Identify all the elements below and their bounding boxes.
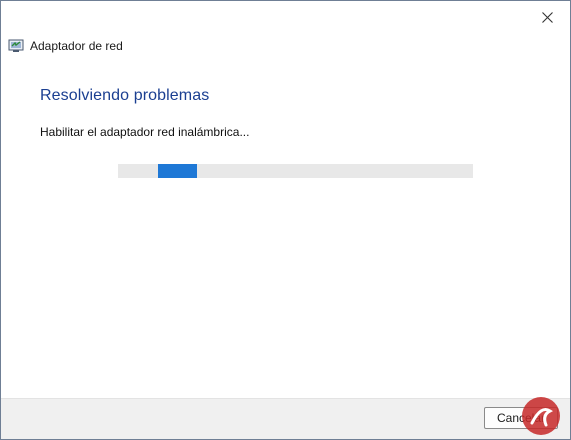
window-header: Adaptador de red <box>8 37 123 55</box>
progress-bar <box>118 164 473 178</box>
troubleshooter-window: Adaptador de red Resolviendo problemas H… <box>0 0 571 440</box>
title-bar[interactable] <box>1 1 570 33</box>
progress-indicator <box>158 164 197 178</box>
button-bar: Cancelar <box>1 398 570 439</box>
window-title: Adaptador de red <box>30 39 123 53</box>
network-troubleshooter-icon <box>8 39 24 53</box>
page-heading: Resolviendo problemas <box>40 87 210 104</box>
close-icon <box>541 11 553 23</box>
cancel-button[interactable]: Cancelar <box>484 407 558 429</box>
close-button[interactable] <box>524 1 570 33</box>
status-text: Habilitar el adaptador red inalámbrica..… <box>40 125 250 139</box>
